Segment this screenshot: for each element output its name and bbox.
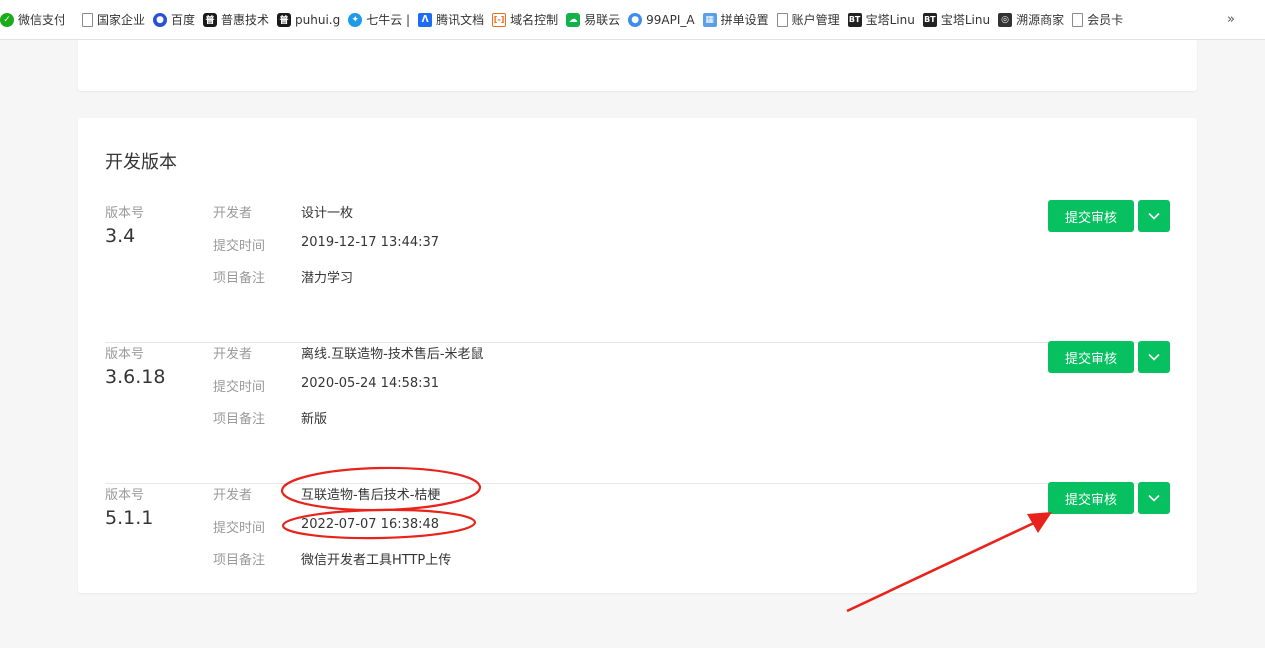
submit-time-value: 2022-07-07 16:38:48 xyxy=(301,517,440,532)
page-icon xyxy=(1072,12,1084,27)
submit-time-value: 2019-12-17 13:44:37 xyxy=(301,235,440,250)
bookmark-gjqy[interactable]: 国家企业 xyxy=(80,7,151,33)
bookmark-99api[interactable]: ● 99API_A xyxy=(626,7,700,33)
bookmark-qiniu[interactable]: ✦ 七牛云 | xyxy=(346,7,416,33)
bookmark-tencent-docs[interactable]: ᐱ 腾讯文档 xyxy=(416,7,490,33)
bt-icon: BT xyxy=(922,12,937,27)
bookmark-label: 七牛云 | xyxy=(366,13,411,27)
bookmark-label: 微信支付 xyxy=(18,13,64,27)
note-label: 项目备注 xyxy=(213,553,266,568)
submit-time-label: 提交时间 xyxy=(213,239,266,254)
qiniu-icon: ✦ xyxy=(348,12,363,27)
bookmark-puhui-g[interactable]: 普 puhui.g xyxy=(275,7,346,33)
puhui-icon: 普 xyxy=(203,12,218,27)
developer-label: 开发者 xyxy=(213,488,253,503)
note-label: 项目备注 xyxy=(213,271,266,286)
bookmark-account[interactable]: 账户管理 xyxy=(775,7,846,33)
note-value: 潜力学习 xyxy=(301,271,354,286)
bookmark-bt-1[interactable]: BT 宝塔Linu xyxy=(846,7,921,33)
submit-review-button[interactable]: 提交审核 xyxy=(1048,482,1134,514)
developer-value: 互联造物-售后技术-桔梗 xyxy=(301,488,441,503)
chevron-down-icon xyxy=(1148,212,1160,220)
page-icon xyxy=(776,12,788,27)
wechat-pay-icon: ✓ xyxy=(0,12,14,27)
bookmark-label: 宝塔Linu xyxy=(865,13,915,27)
cloud-icon: ☁ xyxy=(566,12,581,27)
note-value: 微信开发者工具HTTP上传 xyxy=(301,553,452,568)
more-actions-dropdown[interactable] xyxy=(1138,341,1170,373)
bookmark-baidu[interactable]: ● 百度 xyxy=(151,7,201,33)
submit-time-label: 提交时间 xyxy=(213,521,266,536)
note-label: 项目备注 xyxy=(213,412,266,427)
previous-section-card xyxy=(78,40,1197,91)
bookmark-label: 普惠技术 xyxy=(221,13,270,27)
bookmark-trace[interactable]: ◎ 溯源商家 xyxy=(996,7,1070,33)
bookmark-label: 腾讯文档 xyxy=(436,13,485,27)
developer-value: 离线.互联造物-技术售后-米老鼠 xyxy=(301,347,484,362)
bookmark-label: 账户管理 xyxy=(791,13,840,27)
bookmark-yilianyun[interactable]: ☁ 易联云 xyxy=(564,7,626,33)
bookmark-wechat-pay[interactable]: ✓ 微信支付 xyxy=(0,7,70,33)
submit-review-button[interactable]: 提交审核 xyxy=(1048,200,1134,232)
bookmark-label: 国家企业 xyxy=(97,13,145,27)
submit-time-value: 2020-05-24 14:58:31 xyxy=(301,376,440,391)
version-number: 3.6.18 xyxy=(105,366,166,388)
bookmark-label: 易联云 xyxy=(584,13,621,27)
version-item: 版本号 3.6.18 开发者 离线.互联造物-技术售后-米老鼠 提交时间 202… xyxy=(105,341,1170,484)
version-label: 版本号 xyxy=(105,488,145,503)
page-icon xyxy=(82,12,93,27)
more-actions-dropdown[interactable] xyxy=(1138,482,1170,514)
aliyun-icon: [-] xyxy=(492,12,507,27)
developer-label: 开发者 xyxy=(213,347,253,362)
bookmark-member-card[interactable]: 会员卡 xyxy=(1070,7,1129,33)
bookmark-label: 会员卡 xyxy=(1087,13,1124,27)
tencent-docs-icon: ᐱ xyxy=(418,12,433,27)
submit-review-button[interactable]: 提交审核 xyxy=(1048,341,1134,373)
bookmark-label: 百度 xyxy=(171,13,196,27)
bookmark-pindan[interactable]: ▦ 拼单设置 xyxy=(701,7,775,33)
version-item: 版本号 5.1.1 开发者 互联造物-售后技术-桔梗 提交时间 2022-07-… xyxy=(105,482,1170,625)
version-number: 3.4 xyxy=(105,225,136,247)
grid-icon: ▦ xyxy=(702,12,717,27)
chevron-down-icon xyxy=(1148,353,1160,361)
bt-icon: BT xyxy=(847,12,862,27)
note-value: 新版 xyxy=(301,412,328,427)
bookmark-label: 拼单设置 xyxy=(720,13,769,27)
dev-versions-card: 开发版本 版本号 3.4 开发者 设计一枚 提交时间 2019-12-17 13… xyxy=(78,118,1197,593)
bookmark-puhui-tech[interactable]: 普 普惠技术 xyxy=(201,7,275,33)
bookmark-label: 99API_A xyxy=(646,12,695,27)
submit-time-label: 提交时间 xyxy=(213,380,266,395)
bookmarks-bar: ✓ 微信支付 国家企业 ● 百度 普 普惠技术 普 puhui.g ✦ 七牛云 … xyxy=(0,0,1265,40)
bookmark-bt-2[interactable]: BT 宝塔Linu xyxy=(921,7,996,33)
bookmark-domain-console[interactable]: [-] 域名控制 xyxy=(490,7,564,33)
bookmark-label: 宝塔Linu xyxy=(940,13,991,27)
bookmark-label: 溯源商家 xyxy=(1016,13,1065,27)
version-number: 5.1.1 xyxy=(105,507,154,529)
trace-icon: ◎ xyxy=(998,12,1013,27)
developer-value: 设计一枚 xyxy=(301,206,354,221)
bookmark-label: puhui.g xyxy=(295,12,341,27)
version-label: 版本号 xyxy=(105,347,145,362)
puhui-icon: 普 xyxy=(277,12,292,27)
baidu-paw-icon: ● xyxy=(153,12,167,27)
section-title: 开发版本 xyxy=(105,152,177,173)
bookmarks-more-button[interactable]: » xyxy=(1227,12,1235,27)
chevron-down-icon xyxy=(1148,494,1160,502)
more-actions-dropdown[interactable] xyxy=(1138,200,1170,232)
developer-label: 开发者 xyxy=(213,206,253,221)
version-label: 版本号 xyxy=(105,206,145,221)
version-item: 版本号 3.4 开发者 设计一枚 提交时间 2019-12-17 13:44:3… xyxy=(105,200,1170,343)
api-icon: ● xyxy=(628,12,643,27)
bookmark-label: 域名控制 xyxy=(510,13,559,27)
